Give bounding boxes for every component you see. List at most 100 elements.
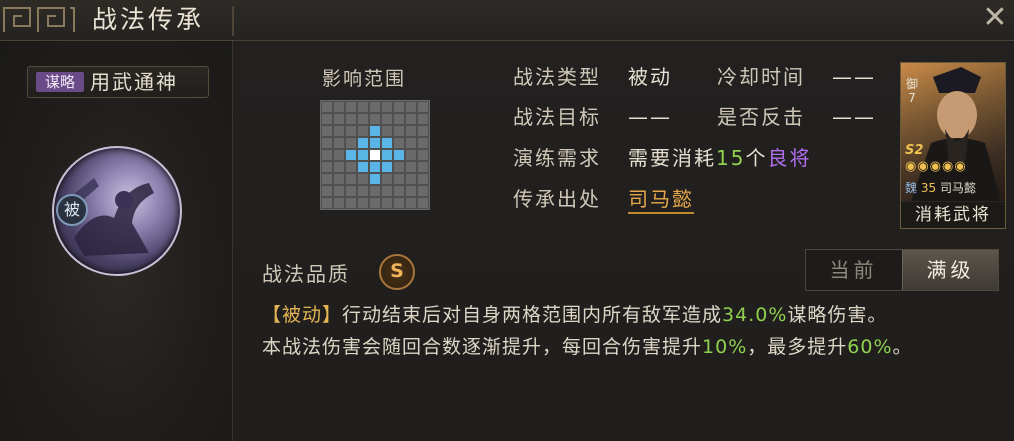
type-value: 被动 — [628, 65, 672, 89]
origin-value: 司马懿 — [628, 186, 694, 214]
range-cell — [418, 186, 428, 196]
cooldown-value: —— — [832, 65, 876, 89]
season-badge: S2 — [905, 143, 924, 158]
close-icon: ✕ — [982, 0, 1008, 35]
range-cell-highlighted — [370, 162, 380, 172]
range-cell — [370, 114, 380, 124]
range-cell-highlighted — [370, 138, 380, 148]
range-cell — [322, 174, 332, 184]
general-name: 司马懿 — [939, 181, 976, 195]
range-cell-highlighted — [394, 150, 404, 160]
origin-general-link[interactable]: 司马懿 — [628, 187, 694, 214]
range-cell — [334, 150, 344, 160]
range-cell — [418, 162, 428, 172]
counter-label: 是否反击 — [717, 105, 805, 129]
skill-name-tag: 谋略 用武通神 — [27, 66, 209, 98]
range-cell — [370, 198, 380, 208]
card-info-row: 魏 35 司马懿 — [905, 179, 976, 196]
range-cell — [406, 198, 416, 208]
range-cell — [346, 198, 356, 208]
range-cell — [382, 126, 392, 136]
drill-unit: 个 — [745, 146, 768, 170]
range-cell — [322, 102, 332, 112]
range-cell — [370, 186, 380, 196]
range-cell — [406, 126, 416, 136]
range-cell — [418, 150, 428, 160]
range-cell — [394, 126, 404, 136]
range-cell — [334, 102, 344, 112]
range-cell — [394, 198, 404, 208]
counter-value: —— — [832, 105, 876, 129]
range-cell — [394, 174, 404, 184]
range-cell — [394, 114, 404, 124]
general-portrait: 御 7 S2 ◉◉◉◉◉ 魏 35 司马懿 — [901, 63, 1005, 201]
range-cell — [406, 102, 416, 112]
range-cell-highlighted — [370, 126, 380, 136]
type-label: 战法类型 — [513, 65, 601, 89]
drill-label: 演练需求 — [513, 146, 601, 170]
range-cell-highlighted — [382, 138, 392, 148]
window-title: 战法传承 — [92, 5, 205, 34]
description-text-1b: 谋略伤害。 — [787, 304, 888, 326]
target-label: 战法目标 — [513, 105, 601, 129]
range-cell — [346, 102, 356, 112]
description-text-2b: ，最多提升 — [747, 336, 848, 358]
damage-percent: 34.0% — [722, 304, 788, 326]
range-cell-highlighted — [346, 150, 356, 160]
range-cell — [334, 114, 344, 124]
range-label: 影响范围 — [322, 68, 407, 90]
range-cell — [322, 114, 332, 124]
range-cell — [358, 198, 368, 208]
range-cell — [382, 198, 392, 208]
range-cell — [406, 186, 416, 196]
range-cell — [322, 138, 332, 148]
range-cell — [322, 198, 332, 208]
range-cell — [418, 126, 428, 136]
range-cell — [418, 198, 428, 208]
drill-item: 良将 — [767, 146, 812, 170]
description-text-2c: 。 — [892, 336, 913, 358]
range-cell — [334, 198, 344, 208]
range-cell — [406, 150, 416, 160]
range-cell — [382, 114, 392, 124]
range-cell — [418, 114, 428, 124]
range-cell-highlighted — [382, 162, 392, 172]
range-cell-highlighted — [382, 150, 392, 160]
title-divider — [232, 6, 234, 36]
description-text-2a: 本战法伤害会随回合数逐渐提升，每回合伤害提升 — [262, 336, 703, 358]
per-round-increase: 10% — [702, 336, 748, 358]
range-cell — [394, 138, 404, 148]
level-toggle: 当前 满级 — [805, 249, 999, 291]
general-card[interactable]: 御 7 S2 ◉◉◉◉◉ 魏 35 司马懿 消耗武将 — [900, 62, 1006, 229]
range-cell — [358, 126, 368, 136]
max-level-tab[interactable]: 满级 — [902, 250, 998, 290]
range-cell-center — [370, 150, 380, 160]
general-cost: 7 — [908, 91, 916, 105]
range-cell — [406, 138, 416, 148]
range-cell — [346, 174, 356, 184]
range-cell — [322, 150, 332, 160]
range-cell-highlighted — [370, 174, 380, 184]
target-value: —— — [628, 105, 672, 129]
range-cell — [322, 162, 332, 172]
current-level-tab[interactable]: 当前 — [806, 250, 901, 290]
range-grid — [320, 100, 430, 210]
range-cell — [382, 186, 392, 196]
range-cell — [394, 102, 404, 112]
range-cell-highlighted — [358, 138, 368, 148]
description-text-1a: 行动结束后对自身两格范围内所有敌军造成 — [342, 304, 723, 326]
stars-row: ◉◉◉◉◉ — [905, 159, 967, 174]
cooldown-label: 冷却时间 — [717, 65, 805, 89]
title-ornament-icon — [3, 7, 75, 32]
range-cell-highlighted — [358, 150, 368, 160]
range-cell — [358, 174, 368, 184]
quality-label: 战法品质 — [262, 262, 350, 286]
range-cell — [334, 186, 344, 196]
army-badge: 御 7 — [904, 77, 920, 105]
close-button[interactable]: ✕ — [978, 2, 1012, 36]
range-cell — [334, 126, 344, 136]
range-cell — [346, 162, 356, 172]
range-cell — [346, 186, 356, 196]
drill-requirement: 需要消耗15个良将 — [628, 145, 811, 171]
drill-count: 15 — [716, 146, 746, 170]
